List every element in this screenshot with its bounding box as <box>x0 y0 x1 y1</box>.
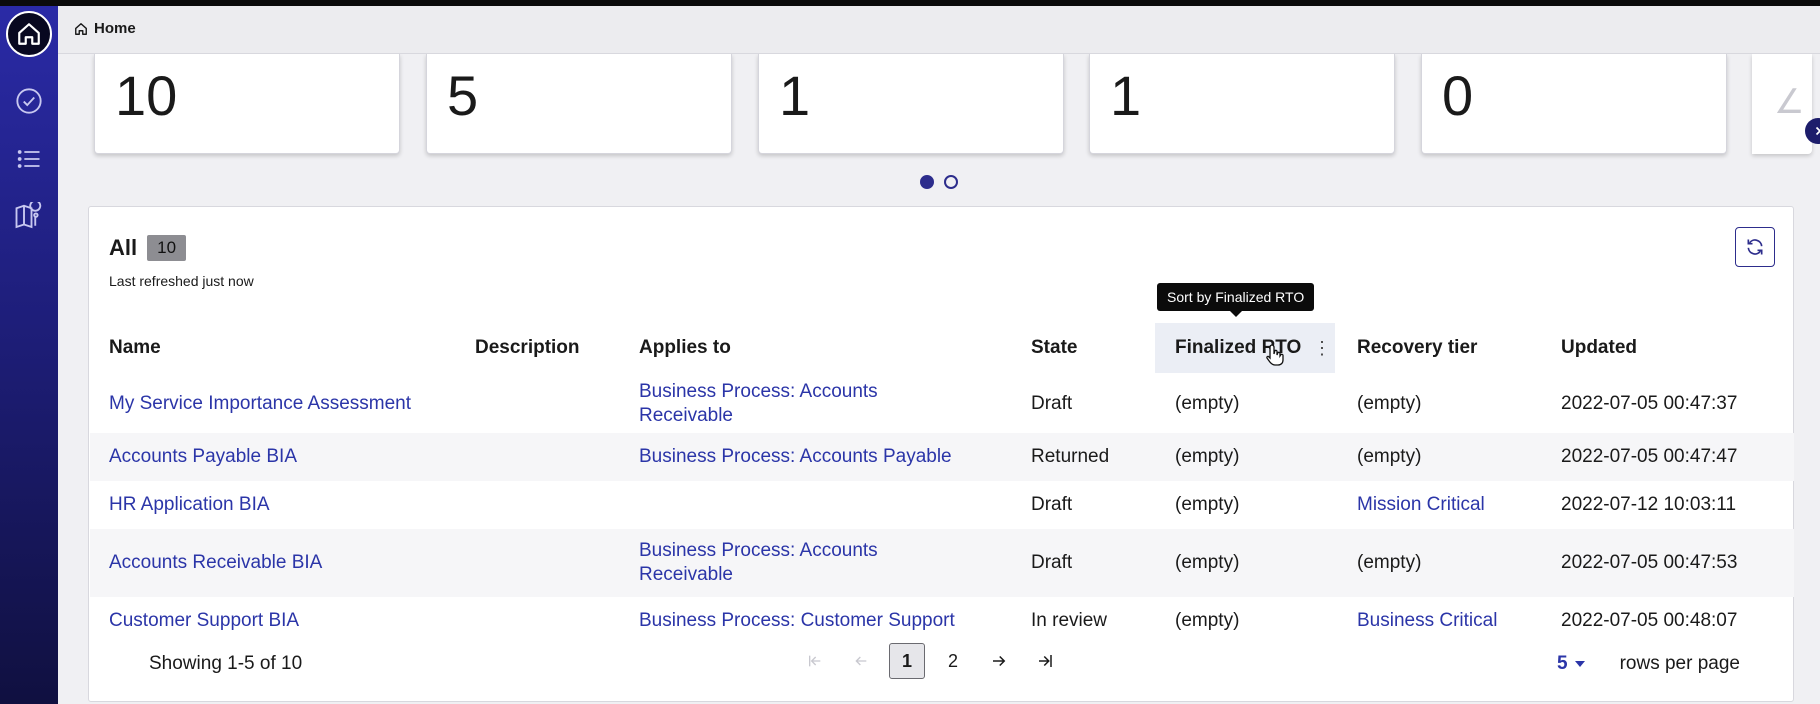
row-applies-to-link[interactable]: Business Process: Accounts Payable <box>639 445 952 469</box>
map-pin-icon <box>15 202 42 229</box>
table-row[interactable]: Accounts Receivable BIA Business Process… <box>90 529 1794 597</box>
column-header-updated[interactable]: Updated <box>1561 323 1637 373</box>
home-small-icon <box>75 22 87 35</box>
hand-cursor-icon <box>1266 344 1284 366</box>
rows-per-page-value: 5 <box>1557 653 1568 674</box>
last-refreshed-text: Last refreshed just now <box>109 273 254 289</box>
summary-card-partial: ∠ <box>1752 54 1812 154</box>
breadcrumb-home-label: Home <box>94 20 136 37</box>
last-page-icon <box>1039 655 1052 667</box>
card-value: 1 <box>779 64 811 127</box>
summary-cards-carousel: 10 5 1 1 0 ∠ <box>58 54 1820 162</box>
row-state: In review <box>1031 610 1108 631</box>
column-header-finalized-rto[interactable]: Finalized RTO <box>1155 323 1335 373</box>
rows-per-page: 5 rows per page <box>1557 653 1740 675</box>
row-finalized-rto: (empty) <box>1175 446 1240 467</box>
row-applies-to-link[interactable]: Business Process: Accounts Receivable <box>639 380 899 428</box>
top-bar: Home <box>58 6 1820 54</box>
table-row[interactable]: Customer Support BIA Business Process: C… <box>90 597 1794 643</box>
assessments-list-panel: All 10 Last refreshed just now Sort by F… <box>88 206 1794 702</box>
column-menu-icon[interactable]: ⋮ <box>1313 323 1331 373</box>
row-finalized-rto: (empty) <box>1175 552 1240 573</box>
row-updated: 2022-07-05 00:47:37 <box>1561 393 1738 414</box>
row-state: Draft <box>1031 393 1073 414</box>
row-name-link[interactable]: My Service Importance Assessment <box>109 392 411 416</box>
summary-card[interactable]: 10 <box>94 54 400 154</box>
card-value: 1 <box>1110 64 1142 127</box>
first-page-icon <box>809 655 821 667</box>
row-finalized-rto: (empty) <box>1175 610 1240 631</box>
arrow-right-icon <box>993 655 1006 667</box>
summary-card[interactable]: 1 <box>1089 54 1395 154</box>
row-applies-to-link[interactable]: Business Process: Customer Support <box>639 609 955 633</box>
row-recovery-tier: (empty) <box>1357 446 1422 467</box>
partial-card-glyph: ∠ <box>1774 83 1805 121</box>
breadcrumb[interactable]: Home <box>74 20 136 37</box>
summary-card[interactable]: 5 <box>426 54 732 154</box>
count-badge: 10 <box>147 235 187 261</box>
chevron-right-icon <box>1815 126 1820 136</box>
last-page-button[interactable] <box>1027 643 1063 679</box>
sidebar-home-button[interactable] <box>6 11 52 57</box>
home-icon <box>18 23 40 45</box>
card-value: 5 <box>447 64 479 127</box>
carousel-dot-1[interactable] <box>920 175 934 189</box>
refresh-icon <box>1747 239 1763 255</box>
summary-card[interactable]: 0 <box>1421 54 1727 154</box>
row-recovery-tier-link[interactable]: Business Critical <box>1357 609 1497 633</box>
sidebar-list-button[interactable] <box>6 136 52 182</box>
next-page-button[interactable] <box>981 643 1017 679</box>
row-recovery-tier: (empty) <box>1357 552 1422 573</box>
row-name-link[interactable]: Accounts Payable BIA <box>109 445 297 469</box>
row-name-link[interactable]: Accounts Receivable BIA <box>109 551 322 575</box>
summary-card[interactable]: 1 <box>758 54 1064 154</box>
row-state: Draft <box>1031 552 1073 573</box>
card-value: 10 <box>115 64 178 127</box>
refresh-button[interactable] <box>1735 227 1775 267</box>
carousel-dot-2[interactable] <box>944 175 958 189</box>
row-name-link[interactable]: Customer Support BIA <box>109 609 299 633</box>
list-title: All <box>109 235 138 260</box>
table-row[interactable]: My Service Importance Assessment Busines… <box>90 375 1794 433</box>
rows-per-page-label: rows per page <box>1619 653 1740 674</box>
row-state: Draft <box>1031 494 1073 515</box>
previous-page-button[interactable] <box>843 643 879 679</box>
showing-count: Showing 1-5 of 10 <box>149 653 303 674</box>
rows-per-page-select[interactable]: 5 <box>1557 653 1586 675</box>
row-updated: 2022-07-05 00:47:53 <box>1561 552 1738 573</box>
table-row[interactable]: Accounts Payable BIA Business Process: A… <box>90 433 1794 481</box>
row-updated: 2022-07-05 00:48:07 <box>1561 610 1738 631</box>
carousel-pagination-dots <box>920 175 958 189</box>
list-heading: All 10 <box>109 235 187 261</box>
pagination: 1 2 <box>797 643 1063 679</box>
column-header-recovery-tier[interactable]: Recovery tier <box>1357 323 1477 373</box>
check-circle-icon <box>16 88 42 114</box>
sidebar-map-button[interactable] <box>6 194 52 240</box>
column-header-description[interactable]: Description <box>475 323 580 373</box>
row-updated: 2022-07-05 00:47:47 <box>1561 446 1738 467</box>
column-header-state[interactable]: State <box>1031 323 1077 373</box>
first-page-button[interactable] <box>797 643 833 679</box>
card-value: 0 <box>1442 64 1474 127</box>
arrow-left-icon <box>855 656 867 666</box>
caret-down-icon <box>1574 661 1585 667</box>
sidebar <box>0 6 58 704</box>
row-name-link[interactable]: HR Application BIA <box>109 493 270 517</box>
column-header-name[interactable]: Name <box>109 323 161 373</box>
sidebar-tasks-button[interactable] <box>6 78 52 124</box>
row-recovery-tier-link[interactable]: Mission Critical <box>1357 493 1485 517</box>
row-finalized-rto: (empty) <box>1175 494 1240 515</box>
list-icon <box>17 150 40 168</box>
page-2-button[interactable]: 2 <box>935 643 971 679</box>
table-row[interactable]: HR Application BIA Draft (empty) Mission… <box>90 481 1794 529</box>
page-1-button[interactable]: 1 <box>889 643 925 679</box>
row-recovery-tier: (empty) <box>1357 393 1422 414</box>
row-applies-to-link[interactable]: Business Process: Accounts Receivable <box>639 539 899 587</box>
sort-tooltip: Sort by Finalized RTO <box>1157 283 1315 317</box>
row-finalized-rto: (empty) <box>1175 393 1240 414</box>
column-header-applies-to[interactable]: Applies to <box>639 323 731 373</box>
row-updated: 2022-07-12 10:03:11 <box>1561 494 1737 515</box>
row-state: Returned <box>1031 446 1110 467</box>
